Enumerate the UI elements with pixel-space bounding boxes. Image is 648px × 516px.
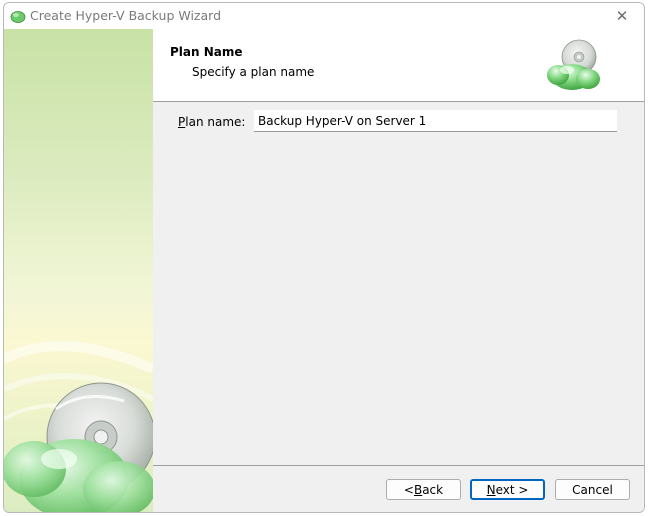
cancel-button[interactable]: Cancel <box>555 479 630 500</box>
back-button[interactable]: < Back <box>386 479 461 500</box>
wizard-content: Plan name: <box>153 102 644 465</box>
close-icon: ✕ <box>615 7 629 25</box>
cd-cloud-decoration <box>4 341 153 512</box>
plan-name-label: Plan name: <box>178 115 246 129</box>
wizard-sidebar-banner <box>4 29 153 512</box>
title-bar: Create Hyper-V Backup Wizard ✕ <box>4 3 644 29</box>
wizard-header: Plan Name Specify a plan name <box>153 29 644 102</box>
plan-name-input[interactable] <box>254 110 617 132</box>
next-button[interactable]: Next > <box>470 479 545 500</box>
cloud-cd-icon <box>547 39 600 90</box>
close-button[interactable]: ✕ <box>604 3 640 29</box>
page-subtitle: Specify a plan name <box>192 65 315 79</box>
cloud-backup-icon <box>10 11 26 23</box>
plan-name-label-rest: lan name: <box>185 115 246 129</box>
window-title: Create Hyper-V Backup Wizard <box>30 8 221 23</box>
wizard-window: Create Hyper-V Backup Wizard ✕ Plan Name… <box>3 2 645 513</box>
wizard-footer: < Back Next > Cancel <box>153 465 644 512</box>
page-title: Plan Name <box>170 45 243 59</box>
